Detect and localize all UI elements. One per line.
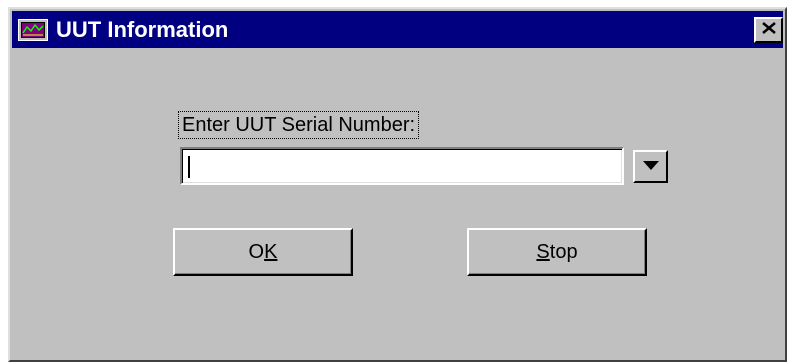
dialog-window: UUT Information Enter UUT Serial Number:… (8, 7, 787, 362)
close-button[interactable] (754, 17, 783, 43)
serial-number-label: Enter UUT Serial Number: (177, 111, 420, 139)
stop-button-label: Stop (536, 240, 578, 263)
ok-button[interactable]: OK (173, 228, 353, 276)
close-icon (761, 21, 776, 39)
serial-number-dropdown-button[interactable] (633, 150, 668, 183)
app-window-icon (18, 19, 48, 41)
title-bar[interactable]: UUT Information (12, 11, 783, 48)
stop-button[interactable]: Stop (467, 228, 647, 276)
serial-number-combobox[interactable] (180, 147, 624, 185)
serial-number-input[interactable] (185, 152, 619, 180)
ok-button-label: OK (248, 240, 278, 263)
text-cursor (188, 156, 190, 178)
window-title: UUT Information (56, 17, 229, 42)
chevron-down-icon (642, 158, 659, 176)
